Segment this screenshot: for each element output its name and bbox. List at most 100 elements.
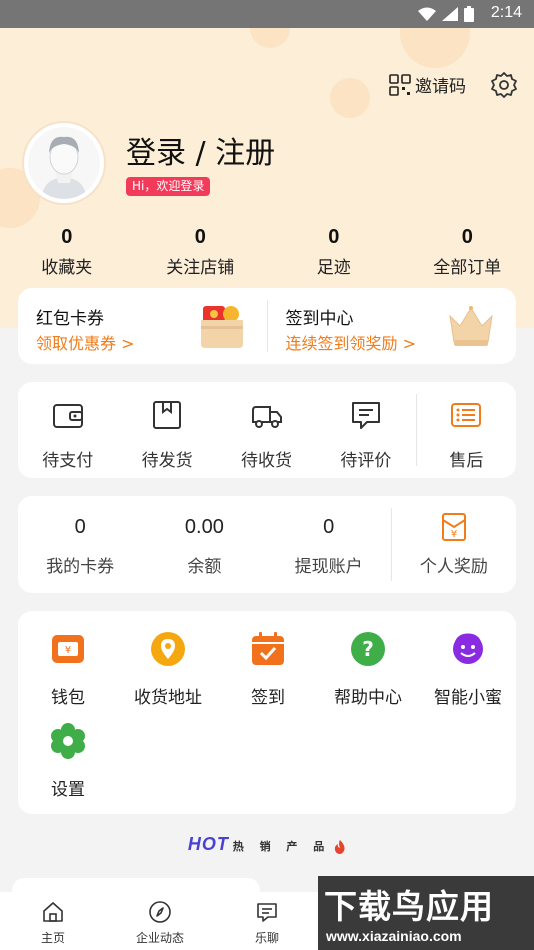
stat-value: 0 [194, 226, 206, 248]
reward-icon: ¥ [441, 513, 466, 541]
hot-logo: HOT [187, 834, 229, 854]
tab-chat[interactable]: 乐聊 [227, 900, 307, 946]
balance-value: 0.00 [184, 516, 224, 538]
fire-icon [334, 839, 345, 854]
service-wallet[interactable]: ¥ 钱包 [18, 631, 118, 708]
stat-value: 0 [461, 226, 473, 248]
order-after-sales[interactable]: 售后 [417, 382, 516, 478]
hot-products-header: HOT 热 销 产 品 [0, 834, 534, 855]
personal-reward[interactable]: ¥ 个人奖励 [392, 496, 516, 593]
signal-icon [442, 7, 458, 21]
list-icon [451, 403, 482, 427]
coupon-entry[interactable]: 红包卡券 领取优惠券 > [18, 288, 267, 364]
stat-value: 0 [61, 226, 73, 248]
compass-icon [149, 901, 171, 923]
headset-icon [453, 633, 483, 664]
order-pending-receipt[interactable]: 待收货 [217, 382, 316, 478]
withdraw-value: 0 [323, 516, 335, 538]
reward-label: 个人奖励 [419, 557, 488, 577]
coupon-title: 红包卡券 [36, 309, 104, 329]
service-label: 签到 [251, 688, 285, 708]
service-settings[interactable]: 设置 [18, 723, 118, 800]
tab-home[interactable]: 主页 [13, 900, 93, 946]
service-address[interactable]: 收货地址 [118, 631, 218, 708]
red-packet-icon [200, 306, 243, 348]
service-label: 智能小蜜 [434, 688, 502, 708]
status-icons [418, 6, 474, 22]
service-assistant[interactable]: 智能小蜜 [418, 631, 518, 708]
service-label: 收货地址 [134, 688, 202, 708]
order-pending-payment[interactable]: 待支付 [18, 382, 117, 478]
watermark-url: www.xiazainiao.com [326, 928, 462, 944]
stat-label: 收藏夹 [41, 258, 93, 278]
location-icon [151, 632, 185, 666]
order-label: 售后 [449, 451, 484, 471]
status-bar: 2:14 [0, 0, 534, 28]
promo-card: 红包卡券 领取优惠券 > 签到中心 连续签到领奖励 > [18, 288, 516, 364]
svg-text:?: ? [362, 637, 374, 661]
stat-footprints[interactable]: 0 足迹 [267, 226, 401, 278]
settings-flower-icon [51, 723, 85, 759]
withdraw-label: 提现账户 [294, 557, 363, 577]
svg-text:¥: ¥ [65, 645, 71, 656]
welcome-badge: Hi，欢迎登录 [126, 177, 211, 196]
calendar-check-icon [252, 632, 284, 665]
balance-label: 余额 [187, 557, 222, 577]
balance-card: 0 我的卡券 0.00 余额 0 提现账户 ¥ 个人奖励 [18, 496, 516, 593]
home-icon [43, 902, 63, 922]
login-register-link[interactable]: 登录 / 注册 [126, 128, 275, 172]
order-label: 待支付 [42, 451, 94, 471]
stat-all-orders[interactable]: 0 全部订单 [401, 226, 534, 278]
svg-text:¥: ¥ [451, 529, 457, 540]
services-card: ¥ 钱包 收货地址 签到 ? 帮助中心 智能小蜜 设置 [18, 611, 516, 814]
order-pending-shipment[interactable]: 待发货 [117, 382, 216, 478]
status-time: 2:14 [490, 4, 522, 21]
tab-label: 主页 [40, 931, 65, 945]
service-label: 钱包 [51, 688, 85, 708]
tab-label: 企业动态 [135, 931, 184, 945]
stat-label: 足迹 [316, 258, 351, 278]
wallet-icon [52, 404, 83, 428]
coupons-value: 0 [74, 516, 86, 538]
tab-company-news[interactable]: 企业动态 [120, 900, 200, 946]
profile-stats: 0 收藏夹 0 关注店铺 0 足迹 0 全部订单 [0, 226, 534, 278]
box-icon [153, 401, 182, 429]
signin-subtitle: 连续签到领奖励 > [285, 334, 417, 353]
wallet-card-icon: ¥ [52, 635, 84, 663]
avatar[interactable] [24, 123, 104, 203]
stat-label: 关注店铺 [166, 258, 235, 278]
watermark-logo: 下载鸟应用 www.xiazainiao.com [318, 876, 534, 950]
stat-followed-stores[interactable]: 0 关注店铺 [134, 226, 268, 278]
watermark-title: 下载鸟应用 [324, 887, 494, 926]
signin-entry[interactable]: 签到中心 连续签到领奖励 > [268, 288, 517, 364]
chat-icon [257, 903, 277, 922]
service-label: 帮助中心 [334, 688, 402, 708]
signin-title: 签到中心 [285, 309, 354, 329]
comment-icon [351, 402, 380, 429]
balance[interactable]: 0.00 余额 [142, 496, 266, 593]
orders-card: 待支付 待发货 待收货 待评价 售后 [18, 382, 516, 478]
coupons-label: 我的卡券 [46, 557, 115, 577]
tab-label: 乐聊 [254, 931, 279, 945]
order-label: 待收货 [241, 451, 293, 471]
order-label: 待发货 [141, 451, 193, 471]
my-coupons[interactable]: 0 我的卡券 [18, 496, 142, 593]
service-help[interactable]: ? 帮助中心 [318, 631, 418, 708]
order-pending-review[interactable]: 待评价 [316, 382, 415, 478]
settings-gear-icon[interactable] [490, 71, 518, 99]
stat-favorites[interactable]: 0 收藏夹 [0, 226, 134, 278]
coupon-subtitle: 领取优惠券 > [36, 334, 135, 353]
battery-icon [464, 6, 474, 22]
stat-label: 全部订单 [433, 258, 502, 278]
invite-code-button[interactable]: 邀请码 [389, 72, 466, 97]
hot-label: 热 销 产 品 [232, 840, 331, 853]
help-icon: ? [351, 632, 385, 666]
withdraw-accounts[interactable]: 0 提现账户 [267, 496, 391, 593]
truck-icon [251, 406, 282, 428]
order-label: 待评价 [340, 451, 392, 471]
qr-code-icon [389, 73, 411, 96]
service-signin[interactable]: 签到 [218, 631, 318, 708]
invite-code-label: 邀请码 [415, 77, 466, 97]
stat-value: 0 [328, 226, 340, 248]
service-label: 设置 [51, 780, 85, 800]
